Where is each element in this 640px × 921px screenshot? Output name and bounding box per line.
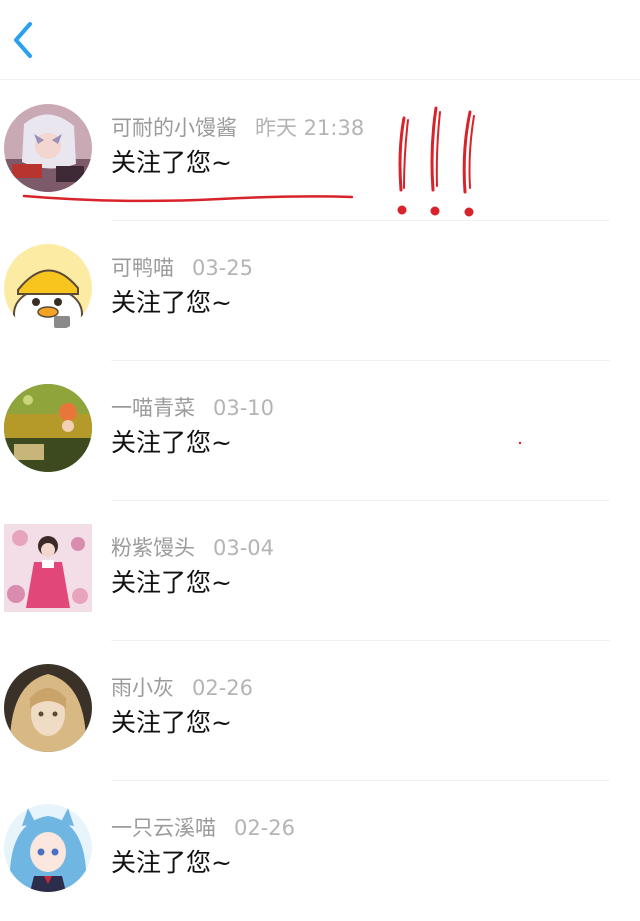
avatar[interactable] [4, 384, 92, 472]
avatar[interactable] [4, 104, 92, 192]
notification-message: 关注了您~ [111, 848, 232, 877]
timestamp: 02-26 [192, 676, 254, 700]
notification-header: 雨小灰 02-26 [111, 675, 253, 701]
username[interactable]: 一只云溪喵 [111, 816, 216, 840]
notification-message: 关注了您~ [111, 288, 232, 317]
avatar[interactable] [4, 804, 92, 892]
list-item[interactable]: 粉紫馒头 03-04 关注了您~ [0, 501, 640, 641]
notification-header: 可鸭喵 03-25 [111, 255, 253, 281]
timestamp: 02-26 [234, 816, 296, 840]
notification-header: 一喵青菜 03-10 [111, 395, 274, 421]
notification-header: 粉紫馒头 03-04 [111, 535, 274, 561]
top-bar [0, 0, 640, 80]
timestamp: 03-25 [192, 256, 254, 280]
username[interactable]: 可鸭喵 [111, 256, 174, 280]
timestamp: 昨天 21:38 [255, 116, 365, 140]
avatar[interactable] [4, 524, 92, 612]
notification-header: 可耐的小馒酱 昨天 21:38 [111, 115, 364, 141]
avatar[interactable] [4, 244, 92, 332]
list-item[interactable]: 可耐的小馒酱 昨天 21:38 关注了您~ [0, 81, 640, 221]
username[interactable]: 雨小灰 [111, 676, 174, 700]
username[interactable]: 可耐的小馒酱 [111, 116, 237, 140]
notification-message: 关注了您~ [111, 568, 232, 597]
list-item[interactable]: 一只云溪喵 02-26 关注了您~ [0, 781, 640, 921]
notification-header: 一只云溪喵 02-26 [111, 815, 295, 841]
notification-message: 关注了您~ [111, 708, 232, 737]
timestamp: 03-10 [213, 396, 275, 420]
timestamp: 03-04 [213, 536, 275, 560]
back-button[interactable] [6, 18, 42, 62]
notification-message: 关注了您~ [111, 148, 232, 177]
list-item[interactable]: 可鸭喵 03-25 关注了您~ [0, 221, 640, 361]
list-item[interactable]: 雨小灰 02-26 关注了您~ [0, 641, 640, 781]
username[interactable]: 粉紫馒头 [111, 536, 195, 560]
username[interactable]: 一喵青菜 [111, 396, 195, 420]
list-item[interactable]: 一喵青菜 03-10 关注了您~ [0, 361, 640, 501]
avatar[interactable] [4, 664, 92, 752]
notification-message: 关注了您~ [111, 428, 232, 457]
chevron-left-icon [14, 22, 32, 58]
